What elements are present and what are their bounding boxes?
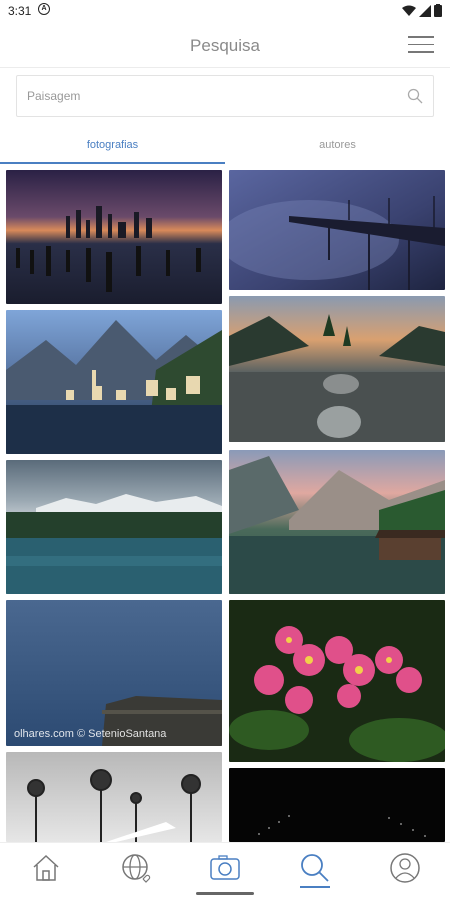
wifi-icon [402, 5, 416, 16]
photo-railway-bridge[interactable] [229, 170, 445, 290]
search-box [16, 75, 434, 117]
home-icon[interactable] [29, 851, 63, 885]
photo-sea-coast[interactable]: olhares.com © SetenioSantana [6, 600, 222, 746]
page-title: Pesquisa [190, 36, 260, 55]
battery-icon [434, 4, 442, 17]
user-icon[interactable] [388, 851, 422, 885]
globe-icon[interactable] [119, 851, 153, 885]
status-bar: 3:31 A [0, 0, 450, 24]
photo-watermark: olhares.com © SetenioSantana [14, 728, 167, 740]
camera-icon[interactable] [208, 851, 242, 885]
status-time: 3:31 [8, 4, 32, 18]
search-icon[interactable] [298, 851, 332, 885]
search-icon[interactable] [407, 88, 423, 104]
search-input[interactable] [27, 76, 397, 116]
app-header: Pesquisa [0, 24, 450, 68]
menu-icon[interactable] [408, 36, 434, 56]
tabs: fotografias autores [0, 130, 450, 166]
photo-park-trees[interactable] [6, 752, 222, 842]
photo-rocky-lake[interactable] [229, 296, 445, 442]
photo-night-sky[interactable] [229, 768, 445, 842]
photo-city-pier[interactable] [6, 170, 222, 304]
photo-lakeside-village[interactable] [6, 310, 222, 454]
notification-icon: A [38, 3, 50, 15]
photo-alpine-boathouse[interactable] [229, 450, 445, 594]
photo-pink-begonias[interactable] [229, 600, 445, 762]
tab-fotografias[interactable]: fotografias [0, 130, 225, 164]
signal-icon [419, 4, 431, 17]
photo-grid: olhares.com © SetenioSantana [0, 170, 450, 842]
active-nav-indicator [300, 886, 330, 888]
photo-forest-lake[interactable] [6, 460, 222, 594]
home-indicator [196, 892, 254, 895]
status-icons [402, 4, 442, 17]
tab-autores[interactable]: autores [225, 130, 450, 164]
